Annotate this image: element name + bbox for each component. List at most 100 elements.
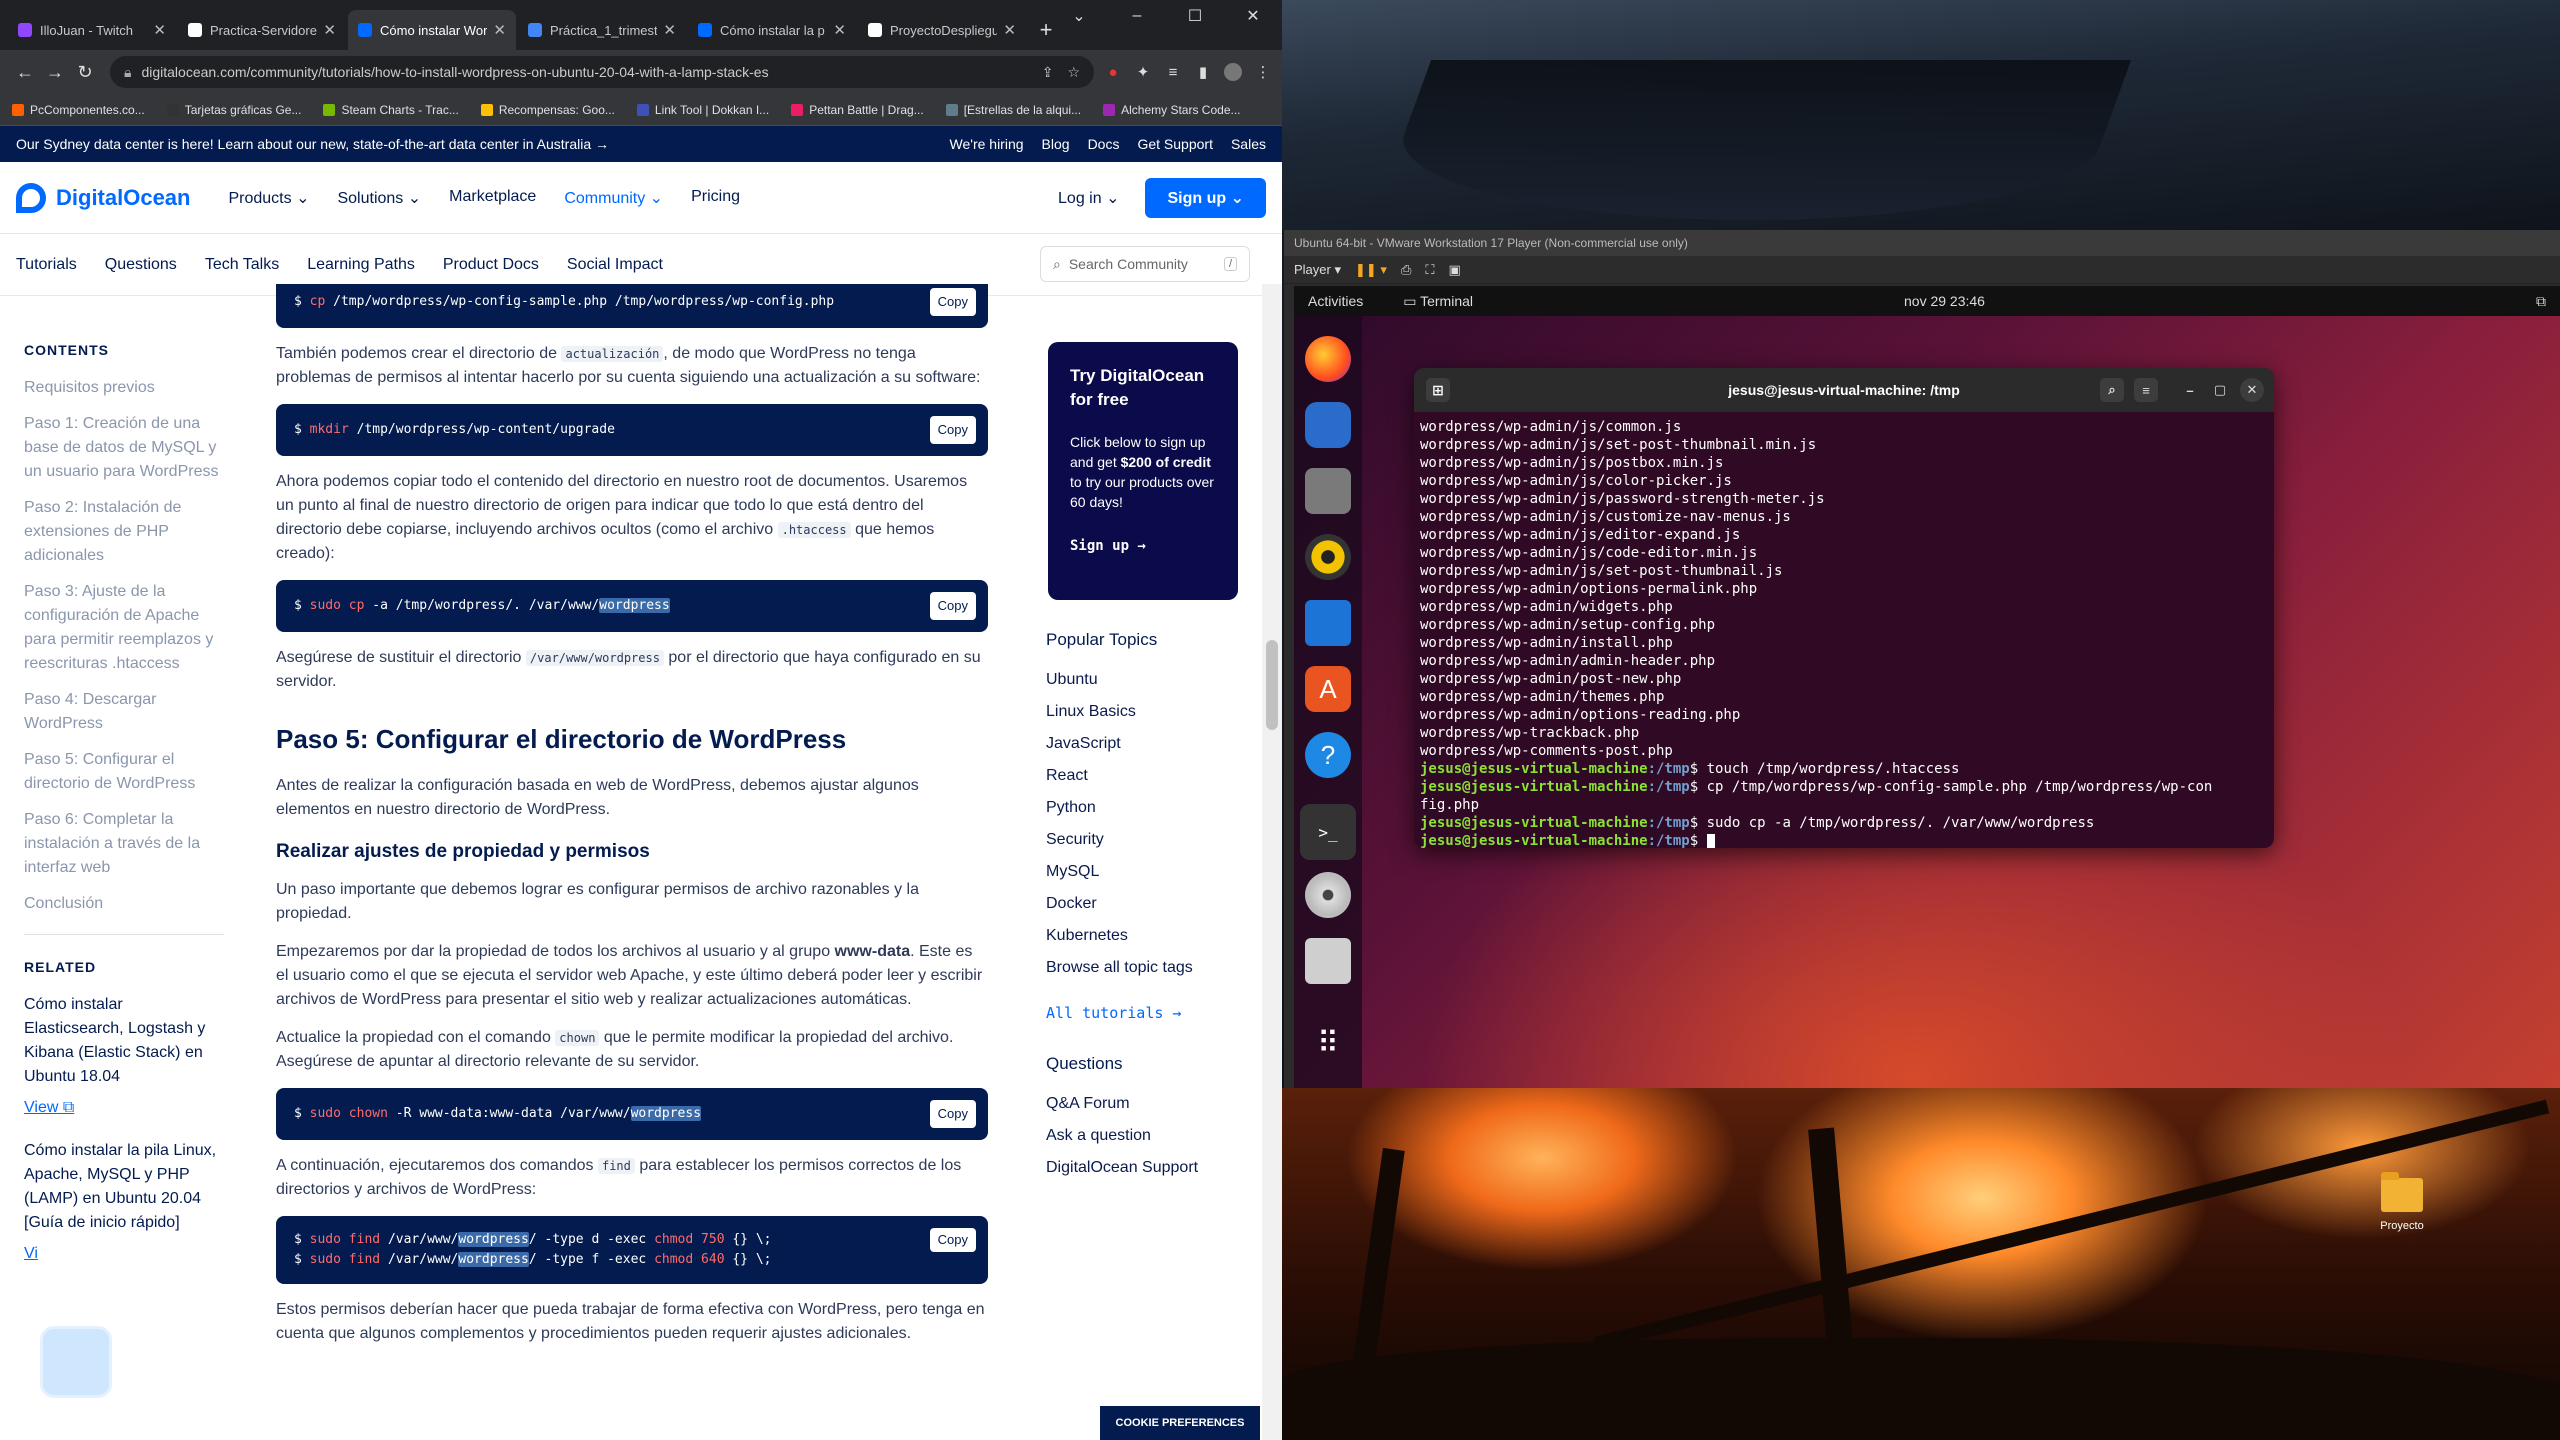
tab-close-icon[interactable]: ✕ — [663, 21, 676, 39]
topic-link[interactable]: JavaScript — [1046, 728, 1262, 760]
software-icon[interactable]: A — [1305, 666, 1351, 712]
topic-link[interactable]: Security — [1046, 824, 1262, 856]
maximize-button[interactable]: ☐ — [1166, 0, 1224, 32]
toc-item[interactable]: Requisitos previos — [24, 376, 224, 400]
firefox-icon[interactable] — [1305, 336, 1351, 382]
fullscreen-icon[interactable]: ⛶ — [1425, 262, 1434, 278]
bookmark-item[interactable]: Pettan Battle | Drag... — [791, 103, 924, 117]
clock[interactable]: nov 29 23:46 — [1904, 293, 1985, 309]
bookmark-item[interactable]: Alchemy Stars Code... — [1103, 103, 1241, 117]
toc-item[interactable]: Paso 5: Configurar el directorio de Word… — [24, 748, 224, 796]
chat-widget-button[interactable] — [40, 1326, 112, 1398]
pause-icon[interactable]: ❚❚ ▾ — [1355, 262, 1387, 278]
toc-item[interactable]: Conclusión — [24, 892, 224, 916]
forward-icon[interactable]: → — [40, 62, 70, 83]
address-bar[interactable]: 🔒︎ digitalocean.com/community/tutorials/… — [110, 56, 1094, 88]
subnav-item[interactable]: Tech Talks — [205, 256, 279, 274]
topic-link[interactable]: MySQL — [1046, 856, 1262, 888]
nav-item[interactable]: Solutions ⌄ — [337, 188, 421, 208]
copy-button[interactable]: Copy — [929, 288, 976, 316]
copy-button[interactable]: Copy — [929, 592, 976, 620]
send-ctrl-alt-del-icon[interactable]: ⎙ — [1401, 262, 1411, 278]
network-icon[interactable]: ⧉ — [2536, 293, 2546, 310]
search-community-input[interactable]: ⌕ Search Community / — [1040, 246, 1250, 282]
adblock-icon[interactable]: ● — [1104, 63, 1122, 81]
tab-close-icon[interactable]: ✕ — [323, 21, 336, 39]
subnav-item[interactable]: Tutorials — [16, 256, 77, 274]
digitalocean-logo[interactable]: DigitalOcean — [16, 182, 190, 213]
cookie-preferences-button[interactable]: COOKIE PREFERENCES — [1100, 1406, 1260, 1440]
sidepanel-icon[interactable]: ▮ — [1194, 63, 1212, 81]
question-link[interactable]: DigitalOcean Support — [1046, 1152, 1262, 1184]
announcement-text[interactable]: Our Sydney data center is here! Learn ab… — [16, 136, 609, 152]
menu-dots-icon[interactable]: ⋮ — [1254, 63, 1272, 81]
related-title[interactable]: Cómo instalar la pila Linux, Apache, MyS… — [24, 1139, 224, 1235]
bookmark-item[interactable]: [Estrellas de la alqui... — [945, 103, 1081, 117]
scrollbar-thumb[interactable] — [1266, 640, 1278, 730]
copy-button[interactable]: Copy — [929, 1228, 976, 1252]
topic-link[interactable]: Kubernetes — [1046, 920, 1262, 952]
unity-icon[interactable]: ▣ — [1448, 262, 1460, 278]
browser-tab[interactable]: IlloJuan - Twitch ✕ — [8, 10, 176, 50]
related-view-link[interactable]: Vi — [24, 1245, 224, 1263]
rhythmbox-icon[interactable] — [1305, 534, 1351, 580]
browser-tab[interactable]: Practica-Servidores ✕ — [178, 10, 346, 50]
tab-search-icon[interactable]: ⌄ — [1050, 0, 1108, 32]
announcement-link[interactable]: We're hiring — [950, 136, 1024, 152]
related-view-link[interactable]: View ⧉ — [24, 1099, 224, 1117]
player-menu[interactable]: Player ▾ — [1294, 262, 1341, 278]
topic-link[interactable]: React — [1046, 760, 1262, 792]
announcement-link[interactable]: Docs — [1088, 136, 1120, 152]
files-icon[interactable] — [1305, 468, 1351, 514]
announcement-link[interactable]: Blog — [1042, 136, 1070, 152]
subnav-item[interactable]: Learning Paths — [307, 256, 415, 274]
page-scrollbar[interactable] — [1262, 284, 1282, 1440]
browser-tab[interactable]: Cómo instalar la p ✕ — [688, 10, 856, 50]
browser-tab[interactable]: Práctica_1_trimestr ✕ — [518, 10, 686, 50]
login-link[interactable]: Log in ⌄ — [1058, 188, 1119, 208]
floppy-icon[interactable] — [1305, 938, 1351, 984]
topic-link[interactable]: Linux Basics — [1046, 696, 1262, 728]
terminal-icon[interactable]: >_ — [1300, 804, 1356, 860]
close-button[interactable]: ✕ — [1224, 0, 1282, 32]
nav-item[interactable]: Community ⌄ — [564, 188, 663, 208]
share-icon[interactable]: ⇪ — [1042, 64, 1054, 81]
toc-item[interactable]: Paso 6: Completar la instalación a travé… — [24, 808, 224, 880]
tab-close-icon[interactable]: ✕ — [493, 21, 506, 39]
desktop-folder-proyecto[interactable]: Proyecto — [2372, 1172, 2432, 1232]
promo-signup-link[interactable]: Sign up → — [1070, 538, 1216, 554]
hamburger-menu-icon[interactable]: ≡ — [2134, 378, 2158, 402]
bookmark-item[interactable]: Steam Charts - Trac... — [323, 103, 459, 117]
toc-item[interactable]: Paso 2: Instalación de extensiones de PH… — [24, 496, 224, 568]
announcement-link[interactable]: Sales — [1231, 136, 1266, 152]
tab-close-icon[interactable]: ✕ — [833, 21, 846, 39]
app-menu[interactable]: ▭ Terminal — [1403, 293, 1473, 310]
toc-item[interactable]: Paso 4: Descargar WordPress — [24, 688, 224, 736]
copy-button[interactable]: Copy — [929, 416, 976, 444]
activities-button[interactable]: Activities — [1308, 293, 1363, 309]
maximize-icon[interactable]: ▢ — [2208, 378, 2232, 402]
help-icon[interactable]: ? — [1305, 732, 1351, 778]
topic-link[interactable]: Docker — [1046, 888, 1262, 920]
question-link[interactable]: Q&A Forum — [1046, 1088, 1262, 1120]
tab-close-icon[interactable]: ✕ — [153, 21, 166, 39]
tab-close-icon[interactable]: ✕ — [1003, 21, 1016, 39]
nav-item[interactable]: Marketplace — [449, 188, 536, 208]
show-apps-icon[interactable]: ⠿ — [1305, 1020, 1351, 1066]
topic-link[interactable]: Python — [1046, 792, 1262, 824]
profile-avatar-icon[interactable] — [1224, 63, 1242, 81]
subnav-item[interactable]: Social Impact — [567, 256, 663, 274]
reload-icon[interactable]: ↻ — [70, 62, 100, 83]
bookmark-star-icon[interactable]: ☆ — [1067, 64, 1080, 81]
back-icon[interactable]: ← — [10, 62, 40, 83]
signup-button[interactable]: Sign up ⌄ — [1145, 177, 1266, 218]
nav-item[interactable]: Pricing — [691, 188, 740, 208]
related-title[interactable]: Cómo instalar Elasticsearch, Logstash y … — [24, 993, 224, 1089]
toc-item[interactable]: Paso 3: Ajuste de la configuración de Ap… — [24, 580, 224, 676]
subnav-item[interactable]: Product Docs — [443, 256, 539, 274]
topic-link[interactable]: Browse all topic tags — [1046, 952, 1262, 984]
close-icon[interactable]: ✕ — [2240, 378, 2264, 402]
terminal-output[interactable]: wordpress/wp-admin/js/common.js wordpress… — [1414, 412, 2274, 848]
bookmark-item[interactable]: Recompensas: Goo... — [480, 103, 615, 117]
topic-link[interactable]: Ubuntu — [1046, 664, 1262, 696]
